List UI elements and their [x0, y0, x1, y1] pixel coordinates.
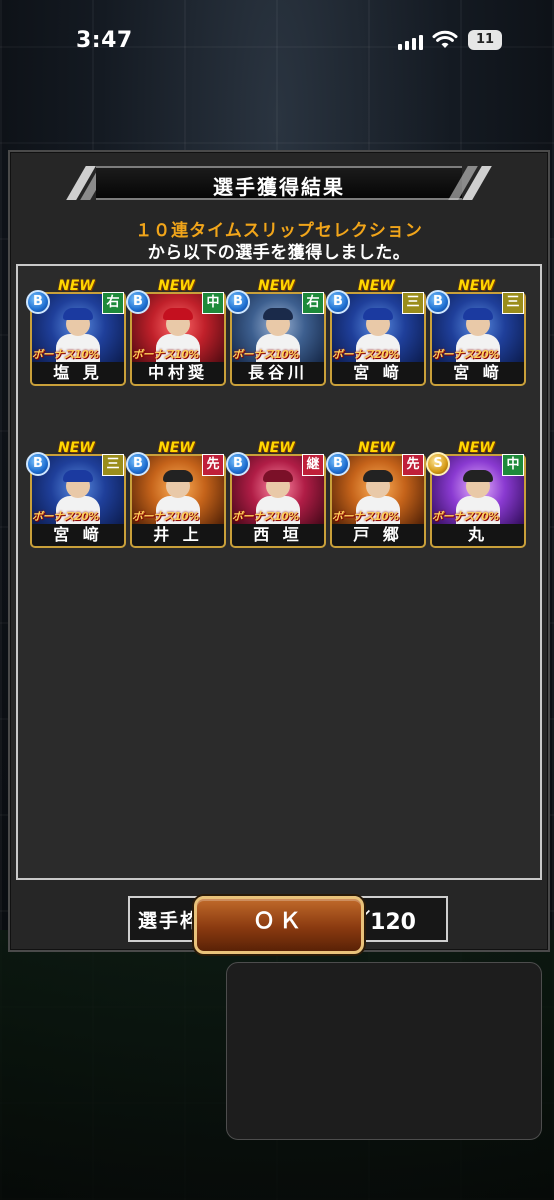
bonus-label: ボーナス20%	[432, 348, 499, 361]
rank-badge-icon: S	[426, 452, 450, 476]
dialog-title-bar: 選手獲得結果	[66, 166, 492, 200]
player-card[interactable]: NEW B 中ボーナス10% 中村奨	[126, 278, 226, 386]
new-label: NEW	[458, 440, 495, 456]
new-label: NEW	[58, 440, 95, 456]
player-card[interactable]: NEW B 右ボーナス10% 塩 見	[26, 278, 126, 386]
player-card[interactable]: NEW B 右ボーナス10% 長谷川	[226, 278, 326, 386]
player-name: 戸 郷	[330, 524, 426, 548]
player-card[interactable]: NEW B 継ボーナス10% 西 垣	[226, 440, 326, 548]
bonus-label: ボーナス20%	[332, 348, 399, 361]
bonus-label: ボーナス70%	[432, 510, 499, 523]
rank-badge-icon: B	[326, 290, 350, 314]
bonus-label: ボーナス10%	[132, 510, 199, 523]
bonus-label: ボーナス10%	[32, 348, 99, 361]
position-badge: 三	[102, 454, 124, 476]
player-list-area: NEW B 右ボーナス10% 塩 見 NEW B 中ボーナス10% 中村奨 NEW B 右ボーナス1…	[16, 264, 542, 942]
overlay-panel	[226, 962, 542, 1140]
rank-badge-icon: B	[126, 290, 150, 314]
player-card[interactable]: NEW B 三ボーナス20% 宮 﨑	[426, 278, 526, 386]
rank-badge-icon: B	[426, 290, 450, 314]
dialog-title: 選手獲得結果	[213, 175, 345, 199]
position-badge: 三	[402, 292, 424, 314]
position-badge: 先	[202, 454, 224, 476]
rank-badge-icon: B	[226, 290, 250, 314]
bonus-label: ボーナス10%	[132, 348, 199, 361]
position-badge: 右	[302, 292, 324, 314]
bonus-label: ボーナス20%	[32, 510, 99, 523]
player-card[interactable]: NEW S 中ボーナス70% 丸	[426, 440, 526, 548]
new-label: NEW	[458, 278, 495, 294]
player-card[interactable]: NEW B 先ボーナス10% 井 上	[126, 440, 226, 548]
position-badge: 先	[402, 454, 424, 476]
player-card[interactable]: NEW B 先ボーナス10% 戸 郷	[326, 440, 426, 548]
position-badge: 右	[102, 292, 124, 314]
player-card[interactable]: NEW B 三ボーナス20% 宮 﨑	[326, 278, 426, 386]
player-name: 宮 﨑	[30, 524, 126, 548]
position-badge: 継	[302, 454, 324, 476]
player-name: 宮 﨑	[330, 362, 426, 386]
position-badge: 中	[502, 454, 524, 476]
rank-badge-icon: B	[226, 452, 250, 476]
player-name: 西 垣	[230, 524, 326, 548]
result-dialog: 選手獲得結果 １０連タイムスリップセレクション から以下の選手を獲得しました。 …	[8, 150, 550, 952]
position-badge: 三	[502, 292, 524, 314]
status-time: 3:47	[76, 28, 133, 53]
rank-badge-icon: B	[26, 290, 50, 314]
new-label: NEW	[58, 278, 95, 294]
new-label: NEW	[358, 440, 395, 456]
player-name: 長谷川	[230, 362, 326, 386]
player-card[interactable]: NEW B 三ボーナス20% 宮 﨑	[26, 440, 126, 548]
new-label: NEW	[358, 278, 395, 294]
new-label: NEW	[258, 440, 295, 456]
player-name: 塩 見	[30, 362, 126, 386]
new-label: NEW	[158, 278, 195, 294]
player-name: 中村奨	[130, 362, 226, 386]
position-badge: 中	[202, 292, 224, 314]
ok-button[interactable]: ＯＫ	[194, 896, 364, 954]
rank-badge-icon: B	[326, 452, 350, 476]
wifi-icon	[432, 30, 458, 50]
new-label: NEW	[158, 440, 195, 456]
battery-icon: 11	[468, 30, 502, 50]
bonus-label: ボーナス10%	[332, 510, 399, 523]
cellular-signal-icon	[398, 34, 424, 50]
result-description: から以下の選手を獲得しました。	[147, 243, 411, 263]
player-name: 宮 﨑	[430, 362, 526, 386]
rank-badge-icon: B	[26, 452, 50, 476]
rank-badge-icon: B	[126, 452, 150, 476]
player-name: 井 上	[130, 524, 226, 548]
player-name: 丸	[430, 524, 526, 548]
status-bar: 3:47 11	[0, 0, 554, 80]
new-label: NEW	[258, 278, 295, 294]
bonus-label: ボーナス10%	[232, 510, 299, 523]
bonus-label: ボーナス10%	[232, 348, 299, 361]
